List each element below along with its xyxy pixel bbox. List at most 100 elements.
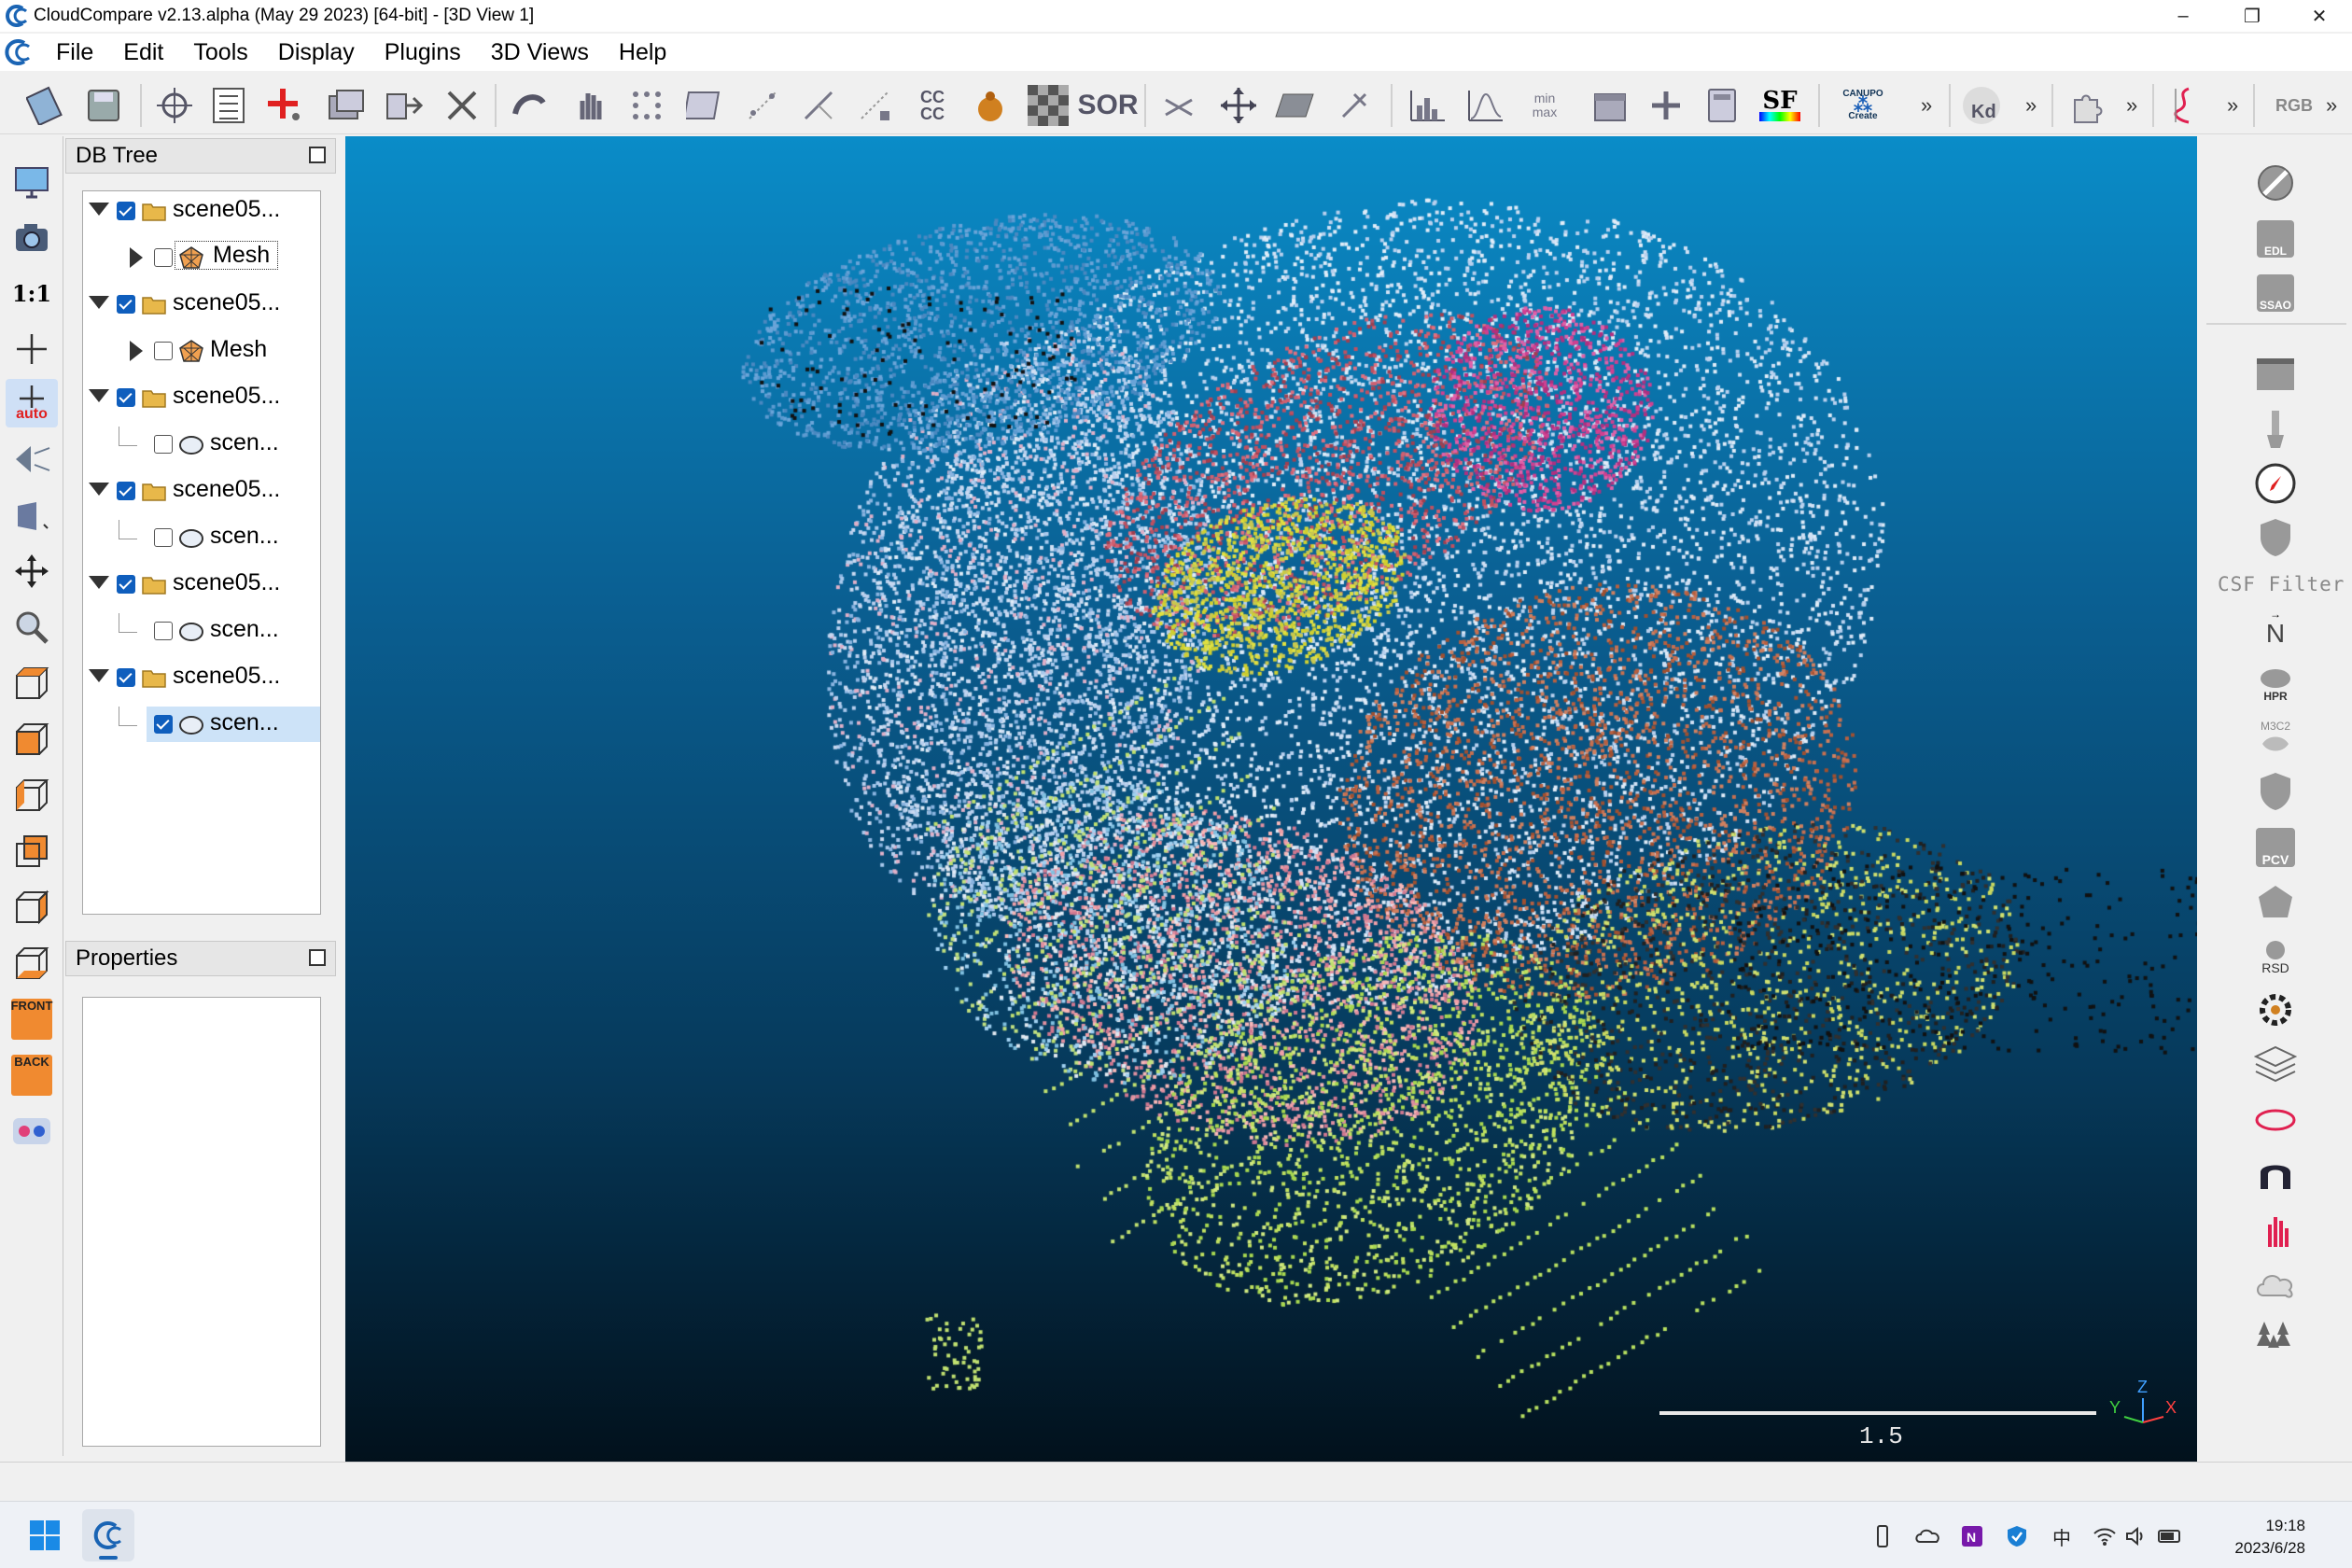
tree-group-row[interactable]: scene05... [83,287,320,322]
ellipse-icon[interactable] [2251,1096,2300,1144]
calculator-icon[interactable] [1699,82,1745,129]
view-bottom-icon[interactable] [6,939,58,987]
sor-filter-icon[interactable]: SOR [1078,82,1139,129]
plane-icon[interactable] [1271,82,1318,129]
collapse-arrow-icon[interactable] [89,389,109,402]
menu-file[interactable]: File [41,39,108,66]
translate-rotate-icon[interactable] [151,82,198,129]
add-point-icon[interactable] [261,82,308,129]
kd-tree-icon[interactable]: Kd [1958,82,2005,129]
rgb-icon[interactable]: RGB [2268,82,2320,129]
point-cloud-render[interactable] [345,136,2197,1462]
csf-filter-label[interactable]: CSF Filter [2218,573,2345,595]
distance-mesh-icon[interactable] [795,82,842,129]
list-icon[interactable] [205,82,252,129]
pcv-button[interactable]: PCV [2251,823,2300,872]
tree-group-row[interactable]: scene05... [83,193,320,229]
tree-child-row[interactable]: scen... [83,707,320,742]
histogram-icon[interactable] [1404,82,1450,129]
trees-icon[interactable] [2251,1314,2300,1363]
sample-mesh-icon[interactable] [681,82,728,129]
puzzle-icon[interactable] [2065,82,2111,129]
menu-3d-views[interactable]: 3D Views [476,39,604,66]
close-button[interactable]: ✕ [2287,0,2352,32]
auto-pivot-button[interactable]: auto [6,379,58,427]
hand-icon[interactable] [567,82,614,129]
wifi-icon[interactable] [2091,1522,2119,1550]
minimize-button[interactable]: – [2150,0,2216,32]
menu-edit[interactable]: Edit [108,39,178,66]
view-front-icon[interactable] [6,715,58,763]
collapse-arrow-icon[interactable] [89,203,109,216]
gear-icon[interactable] [2251,986,2300,1034]
disable-shader-icon[interactable] [2251,159,2300,207]
collapse-arrow-icon[interactable] [89,576,109,589]
visibility-checkbox[interactable] [117,482,135,500]
distance-cloud-icon[interactable] [739,82,786,129]
cloud-icon[interactable] [2251,1260,2300,1309]
visibility-checkbox[interactable] [154,622,173,640]
toolbar-more-2[interactable]: » [2025,93,2037,118]
db-tree-float-icon[interactable] [309,147,326,163]
visibility-checkbox[interactable] [117,295,135,314]
brush-icon[interactable] [2251,405,2300,454]
start-button[interactable] [19,1509,71,1561]
maximize-button[interactable]: ❐ [2219,0,2285,32]
security-shield-icon[interactable] [2003,1522,2031,1550]
scissors-icon[interactable] [1155,82,1202,129]
db-tree[interactable]: scene05... Mesh scene05... Mesh scene05... sc… [82,190,321,915]
tree-child-row[interactable]: scen... [83,613,320,649]
onenote-icon[interactable]: N [1958,1522,1986,1550]
view-iso-front-button[interactable]: FRONT [6,995,58,1043]
volume-icon[interactable] [2122,1522,2150,1550]
checker-icon[interactable] [1025,82,1071,129]
onedrive-icon[interactable] [1913,1522,1941,1550]
toolbar-more-3[interactable]: » [2126,93,2137,118]
tree-child-row[interactable]: scen... [83,520,320,555]
animation-icon[interactable] [2251,349,2300,398]
tree-group-row[interactable]: scene05... [83,660,320,695]
compass-icon[interactable] [2251,459,2300,508]
ime-indicator[interactable]: 中 [2048,1522,2076,1550]
cloudcompare-taskbar-button[interactable] [82,1509,134,1561]
view-right-icon[interactable] [6,883,58,931]
hpr-button[interactable]: HPR [2251,661,2300,709]
cc-icon[interactable]: CC CC [909,82,956,129]
3d-view[interactable]: 1.5 Y Z X [345,136,2197,1462]
zoom-1-to-1-button[interactable]: 1:1 [6,269,58,317]
translate-icon[interactable] [6,547,58,595]
save-icon[interactable] [80,82,127,129]
rsd-button[interactable]: RSD [2251,933,2300,982]
visibility-checkbox[interactable] [117,202,135,220]
subsample-icon[interactable] [623,82,670,129]
delete-icon[interactable] [439,82,485,129]
add-sf-icon[interactable] [1643,82,1689,129]
expand-arrow-icon[interactable] [130,247,143,268]
clone-icon[interactable] [323,82,370,129]
expand-arrow-icon[interactable] [130,341,143,361]
poisson-icon[interactable] [2251,879,2300,928]
app-menu-icon[interactable] [2,36,34,68]
move-icon[interactable] [1215,82,1262,129]
fullscreen-icon[interactable] [6,159,58,207]
calendar-icon[interactable] [1587,82,1633,129]
pivot-icon[interactable] [6,325,58,373]
gaussian-icon[interactable] [1462,82,1508,129]
north-button[interactable]: → N [2251,605,2300,653]
tree-child-row[interactable]: Mesh [83,240,320,275]
merge-icon[interactable] [381,82,427,129]
zoom-icon[interactable] [6,603,58,651]
visibility-checkbox[interactable] [154,435,173,454]
toolbar-more-4[interactable]: » [2227,93,2238,118]
view-iso-back-button[interactable]: BACK [6,1051,58,1099]
properties-panel[interactable] [82,997,321,1447]
visibility-checkbox[interactable] [117,668,135,687]
collapse-arrow-icon[interactable] [89,669,109,682]
tree-child-row[interactable]: scen... [83,427,320,462]
color-bag-icon[interactable] [967,82,1014,129]
camera-icon[interactable] [6,213,58,261]
perspective-icon[interactable] [6,435,58,483]
visibility-checkbox[interactable] [154,528,173,547]
collapse-arrow-icon[interactable] [89,296,109,309]
distance-primitive-icon[interactable] [851,82,898,129]
